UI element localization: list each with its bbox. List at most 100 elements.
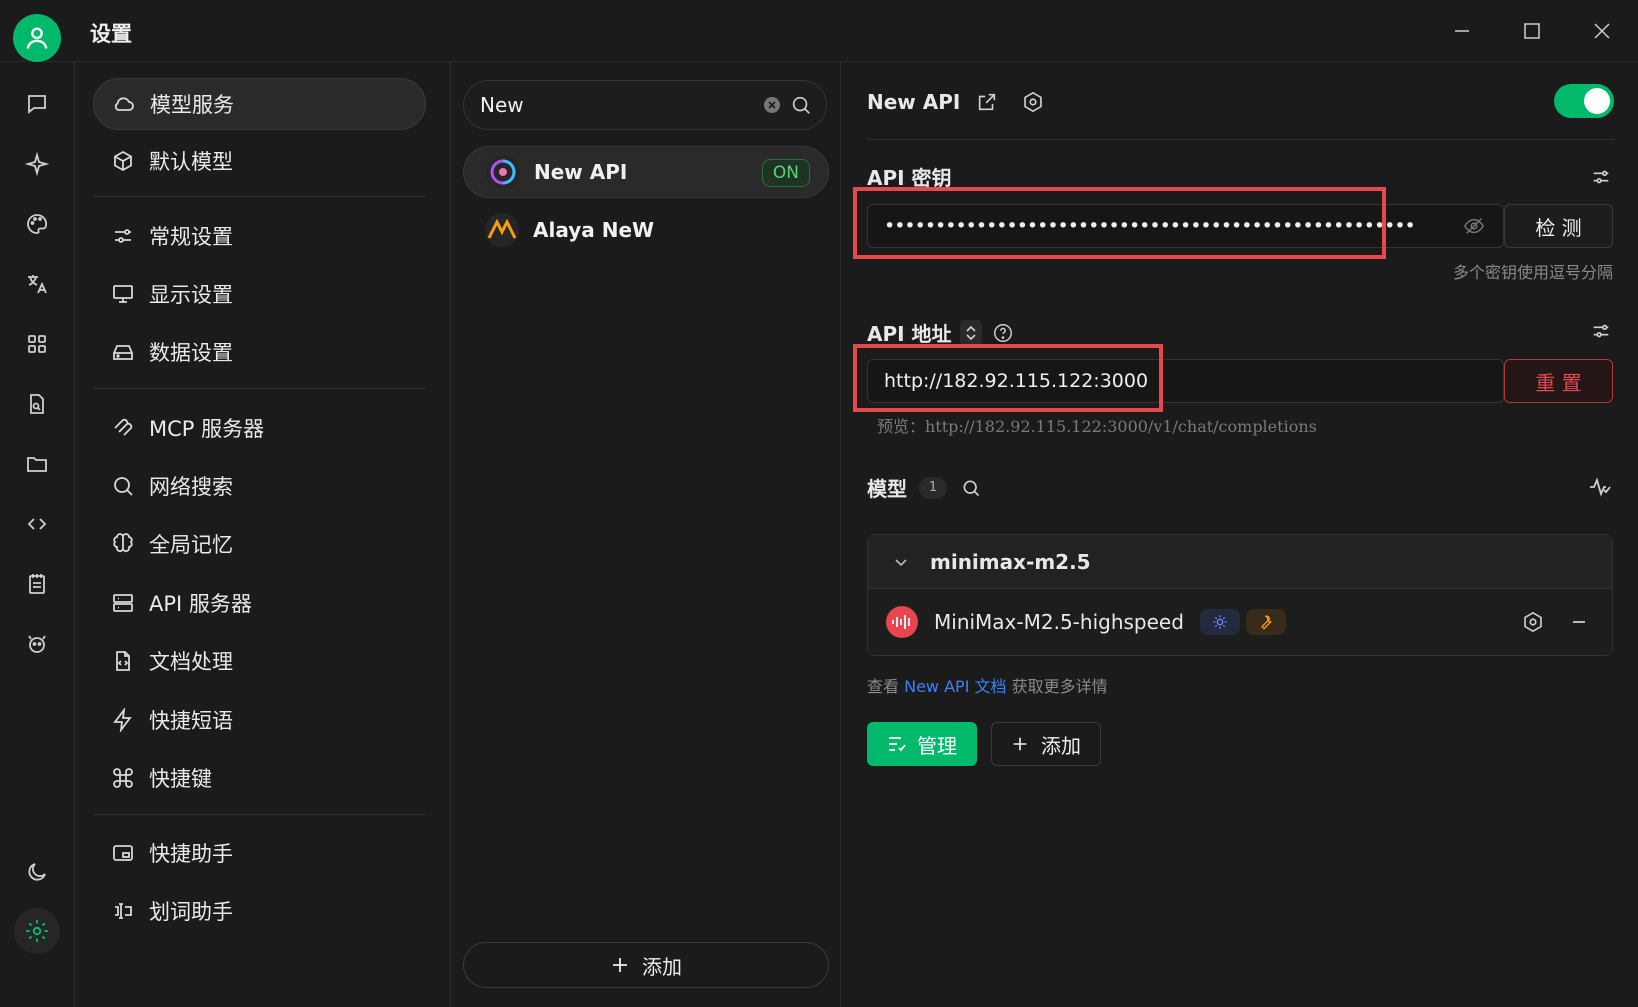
nav-mcp-servers[interactable]: MCP 服务器 — [93, 402, 426, 454]
nav-api-server[interactable]: API 服务器 — [93, 577, 426, 629]
reset-url-button[interactable]: 重 置 — [1504, 359, 1613, 403]
apps-rail-button[interactable] — [17, 324, 57, 364]
api-key-field — [867, 204, 1504, 248]
list-check-icon — [889, 737, 906, 752]
remove-model-icon[interactable] — [1570, 613, 1588, 631]
nav-general-settings[interactable]: 常规设置 — [93, 210, 426, 262]
provider-item-alaya-new[interactable]: Alaya NeW — [463, 204, 829, 256]
url-mode-selector[interactable] — [959, 319, 982, 346]
search-icon[interactable] — [961, 478, 981, 498]
file-search-rail-button[interactable] — [17, 384, 57, 424]
close-button[interactable] — [1578, 12, 1626, 50]
minimax-logo-icon — [886, 606, 918, 638]
provider-enable-toggle[interactable] — [1554, 84, 1614, 118]
minimize-button[interactable] — [1438, 12, 1486, 50]
maximize-button[interactable] — [1508, 12, 1556, 50]
api-url-preview: 预览：http://182.92.115.122:3000/v1/chat/co… — [877, 417, 1317, 436]
provider-name: New API — [534, 160, 628, 184]
palette-rail-button[interactable] — [17, 204, 57, 244]
model-row: MiniMax-M2.5-highspeed — [868, 589, 1612, 655]
provider-search-input[interactable] — [480, 93, 750, 117]
api-key-hint: 多个密钥使用逗号分隔 — [1452, 263, 1613, 282]
window-icon — [109, 839, 137, 867]
header-divider — [867, 139, 1614, 140]
nav-label: 划词助手 — [149, 900, 233, 924]
plus-icon — [613, 958, 627, 972]
folder-rail-button[interactable] — [17, 444, 57, 484]
nav-label: 模型服务 — [150, 93, 234, 117]
nav-quick-assistant[interactable]: 快捷助手 — [93, 827, 426, 879]
folder-icon — [27, 457, 47, 472]
lightning-icon — [109, 706, 137, 734]
nav-web-search[interactable]: 网络搜索 — [93, 460, 426, 512]
maximize-icon — [1524, 23, 1540, 39]
model-name: MiniMax-M2.5-highspeed — [934, 610, 1184, 634]
nav-label: 显示设置 — [149, 283, 233, 307]
nav-selection-assistant[interactable]: 划词助手 — [93, 885, 426, 937]
eye-off-icon[interactable] — [1463, 215, 1485, 237]
agent-rail-button[interactable] — [17, 624, 57, 664]
chevron-up-down-icon — [965, 325, 976, 340]
hard-drive-icon — [109, 338, 137, 366]
user-avatar[interactable] — [13, 14, 61, 62]
notes-rail-button[interactable] — [17, 564, 57, 604]
sparkle-rail-button[interactable] — [17, 144, 57, 184]
nav-shortcuts[interactable]: 快捷键 — [93, 752, 426, 804]
nav-display-settings[interactable]: 显示设置 — [93, 268, 426, 320]
provider-header: New API — [867, 90, 1044, 114]
status-badge: ON — [761, 159, 810, 187]
gear-icon — [26, 920, 48, 942]
manage-models-button[interactable]: 管理 — [867, 722, 977, 766]
docs-suffix: 获取更多详情 — [1011, 677, 1108, 696]
api-key-settings-icon[interactable] — [1590, 166, 1612, 188]
new-api-logo-icon — [486, 155, 520, 189]
search-icon[interactable] — [790, 94, 812, 116]
external-link-icon[interactable] — [976, 91, 998, 113]
add-provider-button[interactable]: 添加 — [463, 942, 829, 988]
apps-grid-icon — [28, 335, 46, 353]
palette-icon — [27, 214, 47, 234]
clear-icon[interactable] — [762, 95, 782, 115]
api-key-input[interactable] — [868, 215, 1428, 237]
nav-data-settings[interactable]: 数据设置 — [93, 326, 426, 378]
nav-quick-phrases[interactable]: 快捷短语 — [93, 694, 426, 746]
model-group-header[interactable]: minimax-m2.5 — [868, 535, 1612, 589]
api-url-settings-icon[interactable] — [1590, 320, 1612, 342]
help-icon[interactable] — [992, 322, 1014, 344]
robot-face-icon — [28, 635, 46, 653]
provider-item-new-api[interactable]: New API ON — [463, 146, 829, 198]
chat-rail-button[interactable] — [17, 84, 57, 124]
settings-nav: 模型服务 默认模型 常规设置 显示设置 数据设置 MCP 服务器 网络搜索 全局… — [74, 62, 451, 1007]
theme-rail-button[interactable] — [17, 852, 57, 892]
api-url-field — [867, 359, 1504, 403]
text-cursor-icon — [109, 897, 137, 925]
add-model-button[interactable]: 添加 — [991, 722, 1101, 766]
chevron-down-icon — [895, 558, 907, 566]
icon-rail — [0, 62, 74, 1007]
nav-model-service[interactable]: 模型服务 — [93, 78, 426, 130]
api-url-label-row: API 地址 — [867, 318, 1014, 347]
settings-icon[interactable] — [1022, 91, 1044, 113]
translate-icon — [28, 275, 47, 294]
code-rail-button[interactable] — [17, 504, 57, 544]
add-label: 添加 — [1041, 733, 1081, 758]
nav-label: 快捷键 — [149, 767, 212, 791]
server-icon — [109, 589, 137, 617]
window-title: 设置 — [90, 22, 132, 46]
models-count-badge: 1 — [919, 476, 947, 499]
sun-icon — [1213, 615, 1227, 629]
user-icon — [26, 27, 48, 49]
provider-name: Alaya NeW — [533, 218, 655, 242]
model-settings-icon[interactable] — [1522, 611, 1544, 633]
nav-document-processing[interactable]: 文档处理 — [93, 635, 426, 687]
nav-global-memory[interactable]: 全局记忆 — [93, 518, 426, 570]
health-check-icon[interactable] — [1588, 476, 1612, 498]
translate-rail-button[interactable] — [17, 264, 57, 304]
docs-link[interactable]: New API 文档 — [904, 677, 1006, 696]
settings-rail-button[interactable] — [14, 908, 60, 954]
api-url-input[interactable] — [868, 370, 1468, 392]
nav-label: 快捷短语 — [149, 709, 233, 733]
check-api-key-button[interactable]: 检 测 — [1504, 204, 1613, 248]
nav-default-model[interactable]: 默认模型 — [93, 135, 426, 187]
file-code-icon — [109, 647, 137, 675]
